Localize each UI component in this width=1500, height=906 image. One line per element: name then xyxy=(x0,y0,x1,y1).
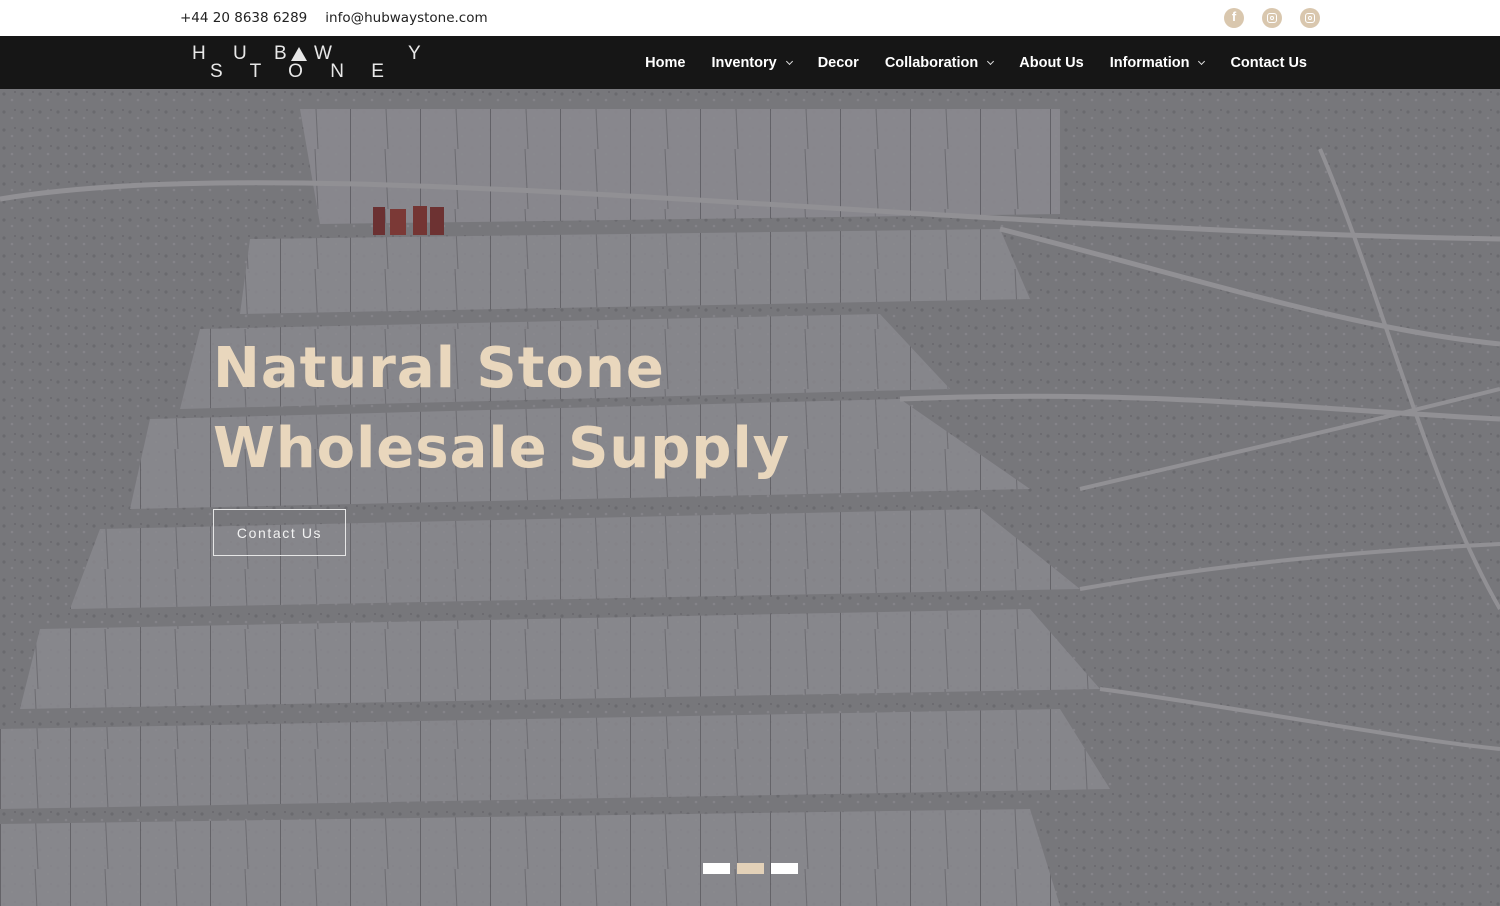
instagram-icon[interactable] xyxy=(1262,8,1282,28)
chevron-down-icon xyxy=(987,57,995,65)
hero-title: Natural Stone Wholesale Supply xyxy=(213,329,790,489)
logo-line-2: S T O N E xyxy=(210,61,395,82)
chevron-down-icon xyxy=(785,57,793,65)
nav-item-about[interactable]: About Us xyxy=(1019,55,1083,71)
nav-item-home[interactable]: Home xyxy=(645,55,685,71)
slide-dot-2[interactable] xyxy=(737,863,764,874)
hero-title-line-2: Wholesale Supply xyxy=(213,416,791,481)
chevron-down-icon xyxy=(1198,57,1206,65)
nav-item-decor[interactable]: Decor xyxy=(818,55,859,71)
main-navbar: H U B W Y S T O N E Home Inventory Decor… xyxy=(0,36,1500,89)
hero-title-line-1: Natural Stone xyxy=(213,336,665,401)
slider-pagination xyxy=(703,863,798,874)
slide-dot-3[interactable] xyxy=(771,863,798,874)
nav-item-contact[interactable]: Contact Us xyxy=(1230,55,1307,71)
facebook-icon[interactable] xyxy=(1224,8,1244,28)
instagram-icon[interactable] xyxy=(1300,8,1320,28)
nav-menu: Home Inventory Decor Collaboration About… xyxy=(645,36,1307,89)
hero-slider: Natural Stone Wholesale Supply Contact U… xyxy=(0,89,1500,906)
hero-overlay xyxy=(0,89,1500,906)
nav-item-collaboration[interactable]: Collaboration xyxy=(885,55,995,71)
contact-us-button[interactable]: Contact Us xyxy=(213,509,346,556)
nav-item-inventory[interactable]: Inventory xyxy=(711,55,793,71)
email-link[interactable]: info@hubwaystone.com xyxy=(325,10,487,26)
slide-dot-1[interactable] xyxy=(703,863,730,874)
nav-item-information[interactable]: Information xyxy=(1110,55,1206,71)
top-bar: +44 20 8638 6289 info@hubwaystone.com xyxy=(0,0,1500,36)
logo[interactable]: H U B W Y S T O N E xyxy=(190,43,421,83)
social-links xyxy=(1224,8,1320,28)
logo-triangle-icon xyxy=(291,47,307,61)
contact-info: +44 20 8638 6289 info@hubwaystone.com xyxy=(180,0,488,36)
phone-link[interactable]: +44 20 8638 6289 xyxy=(180,10,307,26)
